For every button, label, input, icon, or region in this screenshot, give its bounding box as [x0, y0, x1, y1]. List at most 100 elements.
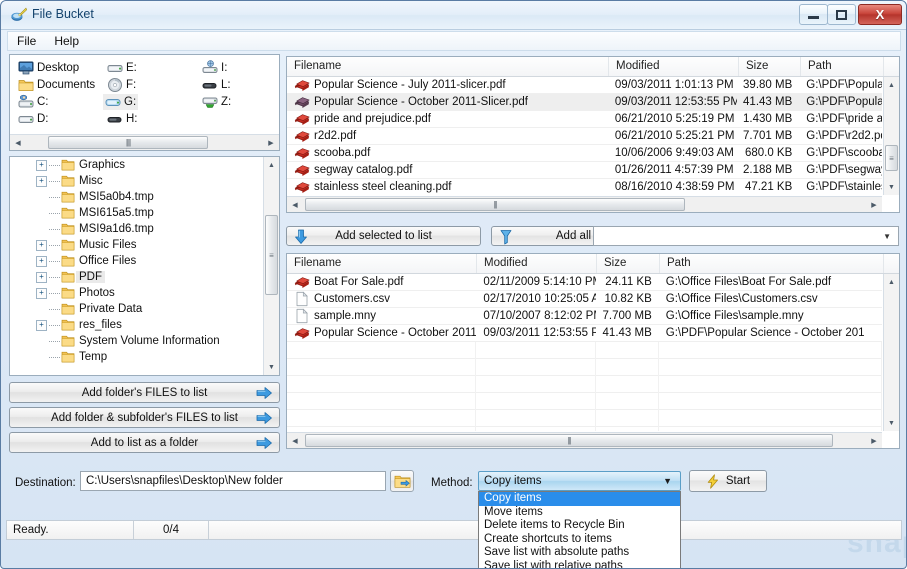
add-selected-to-list-button[interactable]: Add selected to list	[286, 226, 481, 246]
drive-item-documents[interactable]: Documents	[16, 77, 97, 93]
scroll-left-icon[interactable]: ◀	[287, 197, 303, 212]
method-option[interactable]: Save list with relative paths	[479, 560, 680, 569]
method-option[interactable]: Create shortcuts to items	[479, 533, 680, 547]
table-row[interactable]: pride and prejudice.pdf 06/21/2010 5:25:1…	[287, 111, 882, 128]
start-button[interactable]: Start	[689, 470, 767, 492]
method-option[interactable]: Save list with absolute paths	[479, 546, 680, 560]
expand-plus-icon[interactable]: +	[36, 175, 47, 187]
table-row[interactable]: Popular Science - October 2011-Slicer.pd…	[287, 325, 882, 342]
scroll-track[interactable]: |||	[303, 197, 866, 212]
table-row[interactable]: Popular Science - July 2011-slicer.pdf 09…	[287, 77, 882, 94]
tree-item[interactable]: + PDF	[10, 269, 262, 285]
scroll-track[interactable]: |||	[303, 433, 866, 448]
table-row[interactable]: Boat For Sale.pdf 02/11/2009 5:14:10 PM 24…	[287, 274, 882, 291]
table-row[interactable]: scooba.pdf 10/06/2006 9:49:03 AM 680.0 KB G…	[287, 145, 882, 162]
bucket-list-vertical-scrollbar[interactable]: ▲ ▼	[883, 274, 899, 431]
expand-plus-icon[interactable]: +	[36, 159, 47, 171]
scroll-track[interactable]: ||||	[26, 135, 263, 150]
scroll-thumb[interactable]: |||	[305, 434, 833, 447]
expand-plus-icon[interactable]: +	[36, 287, 47, 299]
maximize-button[interactable]	[827, 4, 856, 25]
column-header-path[interactable]: Path	[801, 57, 884, 76]
expand-plus-icon[interactable]: +	[36, 239, 47, 251]
method-option[interactable]: Delete items to Recycle Bin	[479, 519, 680, 533]
tree-item[interactable]: MSI5a0b4.tmp	[10, 189, 262, 205]
drive-item-c[interactable]: C:	[16, 94, 51, 110]
source-list-vertical-scrollbar[interactable]: ▲ ≡ ▼	[883, 77, 899, 195]
drive-item-desktop[interactable]: Desktop	[16, 60, 81, 76]
method-option[interactable]: Move items	[479, 506, 680, 520]
drives-horizontal-scrollbar[interactable]: ◀ |||| ▶	[10, 134, 279, 150]
scroll-up-icon[interactable]: ▲	[884, 274, 899, 290]
table-row[interactable]: stainless steel cleaning.pdf 08/16/2010 4…	[287, 179, 882, 195]
filter-combobox[interactable]: ▼	[593, 226, 899, 246]
column-header-size[interactable]: Size	[597, 254, 660, 273]
chevron-down-icon[interactable]: ▼	[883, 232, 891, 241]
expand-plus-icon[interactable]: +	[36, 255, 47, 267]
scroll-right-icon[interactable]: ▶	[866, 197, 882, 212]
drive-item-i[interactable]: I:	[200, 60, 229, 76]
tree-item[interactable]: System Volume Information	[10, 333, 262, 349]
drive-item-l[interactable]: L:	[200, 77, 233, 93]
source-list-horizontal-scrollbar[interactable]: ◀ ||| ▶	[287, 196, 882, 212]
drive-item-z[interactable]: Z:	[200, 94, 233, 110]
close-button[interactable]: X	[858, 4, 902, 25]
tree-item[interactable]: MSI9a1d6.tmp	[10, 221, 262, 237]
scroll-right-icon[interactable]: ▶	[263, 135, 279, 150]
add-as-folder-button[interactable]: Add to list as a folder	[9, 432, 280, 453]
add-folder-files-button[interactable]: Add folder's FILES to list	[9, 382, 280, 403]
tree-item[interactable]: MSI615a5.tmp	[10, 205, 262, 221]
table-row[interactable]: segway catalog.pdf 01/26/2011 4:57:39 PM 2…	[287, 162, 882, 179]
column-header-modified[interactable]: Modified	[609, 57, 739, 76]
menu-item-file[interactable]: File	[8, 32, 45, 50]
column-header-filename[interactable]: Filename	[287, 254, 477, 273]
destination-browse-button[interactable]	[390, 470, 414, 492]
scroll-thumb[interactable]: ||||	[48, 136, 208, 149]
scroll-thumb[interactable]: |||	[305, 198, 685, 211]
drive-item-f[interactable]: F:	[105, 77, 138, 93]
table-row[interactable]: sample.mny 07/10/2007 8:12:02 PM 7.700 MB G…	[287, 308, 882, 325]
tree-item[interactable]: + Music Files	[10, 237, 262, 253]
method-option[interactable]: Copy items	[479, 492, 680, 506]
method-combobox[interactable]: Copy items ▼	[478, 471, 681, 491]
scroll-thumb[interactable]: ≡	[885, 145, 898, 171]
tree-item[interactable]: + Photos	[10, 285, 262, 301]
tree-item[interactable]: Private Data	[10, 301, 262, 317]
drive-item-h[interactable]: H:	[105, 111, 140, 127]
menu-item-help[interactable]: Help	[45, 32, 88, 50]
tree-item[interactable]: Temp	[10, 349, 262, 365]
column-header-filename[interactable]: Filename	[287, 57, 609, 76]
expand-plus-icon[interactable]: +	[36, 271, 47, 283]
table-row[interactable]: r2d2.pdf 06/21/2010 5:25:21 PM 7.701 MB G:\…	[287, 128, 882, 145]
bucket-list-body[interactable]: Boat For Sale.pdf 02/11/2009 5:14:10 PM 24…	[287, 274, 882, 431]
minimize-button[interactable]	[799, 4, 828, 25]
tree-item[interactable]: + res_files	[10, 317, 262, 333]
scroll-left-icon[interactable]: ◀	[287, 433, 303, 448]
expand-plus-icon[interactable]: +	[36, 319, 47, 331]
drive-item-e[interactable]: E:	[105, 60, 139, 76]
destination-input[interactable]: C:\Users\snapfiles\Desktop\New folder	[80, 471, 386, 491]
scroll-down-icon[interactable]: ▼	[264, 359, 279, 375]
scroll-left-icon[interactable]: ◀	[10, 135, 26, 150]
table-row[interactable]: Popular Science - October 2011-Slicer.pd…	[287, 94, 882, 111]
folder-tree[interactable]: + Graphics + Misc MSI5a0b4.tmp MSI615a5.tmp MS…	[10, 157, 262, 375]
source-list-body[interactable]: Popular Science - July 2011-slicer.pdf 09…	[287, 77, 882, 195]
scroll-up-icon[interactable]: ▲	[884, 77, 899, 93]
scroll-down-icon[interactable]: ▼	[884, 415, 899, 431]
tree-item[interactable]: + Misc	[10, 173, 262, 189]
add-folder-subfolder-files-button[interactable]: Add folder & subfolder's FILES to list	[9, 407, 280, 428]
column-header-size[interactable]: Size	[739, 57, 801, 76]
column-header-path[interactable]: Path	[660, 254, 884, 273]
drive-item-d[interactable]: D:	[16, 111, 51, 127]
column-header-modified[interactable]: Modified	[477, 254, 597, 273]
scroll-thumb[interactable]: ≡	[265, 215, 278, 295]
scroll-right-icon[interactable]: ▶	[866, 433, 882, 448]
table-row[interactable]: Customers.csv 02/17/2010 10:25:05 AM 10.82…	[287, 291, 882, 308]
chevron-down-icon[interactable]: ▼	[663, 476, 672, 486]
scroll-down-icon[interactable]: ▼	[884, 179, 899, 195]
tree-item[interactable]: + Graphics	[10, 157, 262, 173]
tree-vertical-scrollbar[interactable]: ▲ ≡ ▼	[263, 157, 279, 375]
scroll-up-icon[interactable]: ▲	[264, 157, 279, 173]
bucket-list-horizontal-scrollbar[interactable]: ◀ ||| ▶	[287, 432, 882, 448]
drive-item-g[interactable]: G:	[103, 94, 139, 110]
